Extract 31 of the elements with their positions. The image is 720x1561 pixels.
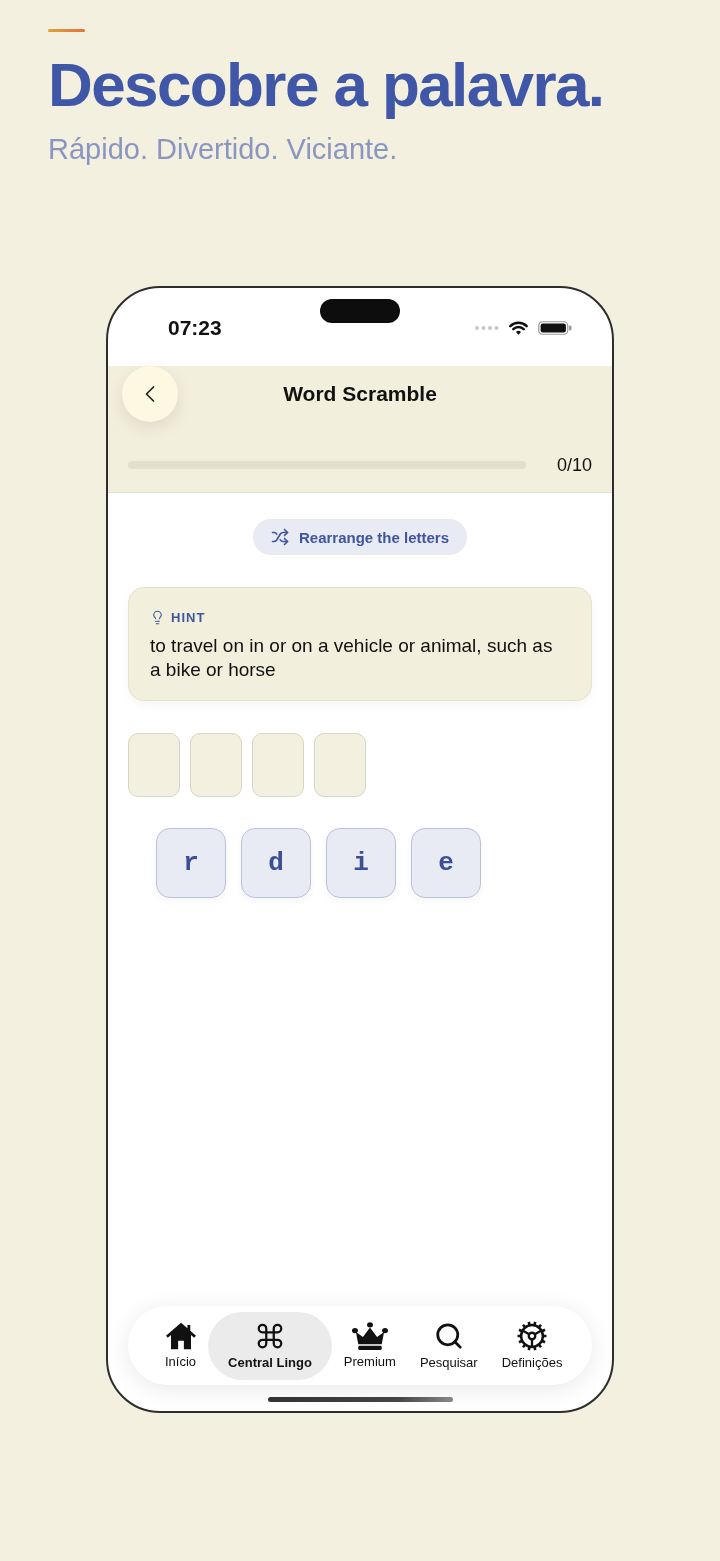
home-icon <box>165 1322 196 1350</box>
tab-item[interactable]: Definições <box>489 1311 575 1380</box>
accent-line <box>48 29 85 32</box>
lightbulb-icon <box>150 609 165 625</box>
answer-slot[interactable] <box>190 733 242 797</box>
hint-text: to travel on in or on a vehicle or animal, such as a bike or horse <box>150 634 554 682</box>
signal-icon <box>475 326 499 330</box>
screen-title: Word Scramble <box>283 382 437 406</box>
crown-icon <box>351 1322 388 1350</box>
answer-slot[interactable] <box>314 733 366 797</box>
answer-slot[interactable] <box>252 733 304 797</box>
letter-tile[interactable]: e <box>411 828 481 898</box>
shuffle-icon <box>270 528 289 546</box>
tab-item[interactable]: Premium <box>331 1311 408 1380</box>
hint-label: HINT <box>171 609 206 625</box>
wifi-icon <box>508 320 529 336</box>
status-time: 07:23 <box>168 316 222 340</box>
letter-tile[interactable]: r <box>156 828 226 898</box>
rearrange-button[interactable]: Rearrange the letters <box>252 519 468 555</box>
search-icon <box>433 1321 464 1351</box>
answer-slot[interactable] <box>128 733 180 797</box>
back-button[interactable] <box>122 366 178 422</box>
settings-icon <box>517 1321 548 1351</box>
tab-item[interactable]: Central Lingo <box>208 1311 332 1380</box>
tab-item[interactable]: Início <box>153 1311 209 1380</box>
tab-item[interactable]: Pesquisar <box>407 1311 490 1380</box>
letter-tile[interactable]: d <box>241 828 311 898</box>
promo-subtitle: Rápido. Divertido. Viciante. <box>48 132 399 167</box>
progress-count: 0/10 <box>556 454 592 476</box>
battery-icon <box>538 321 572 335</box>
letter-tile[interactable]: i <box>326 828 396 898</box>
